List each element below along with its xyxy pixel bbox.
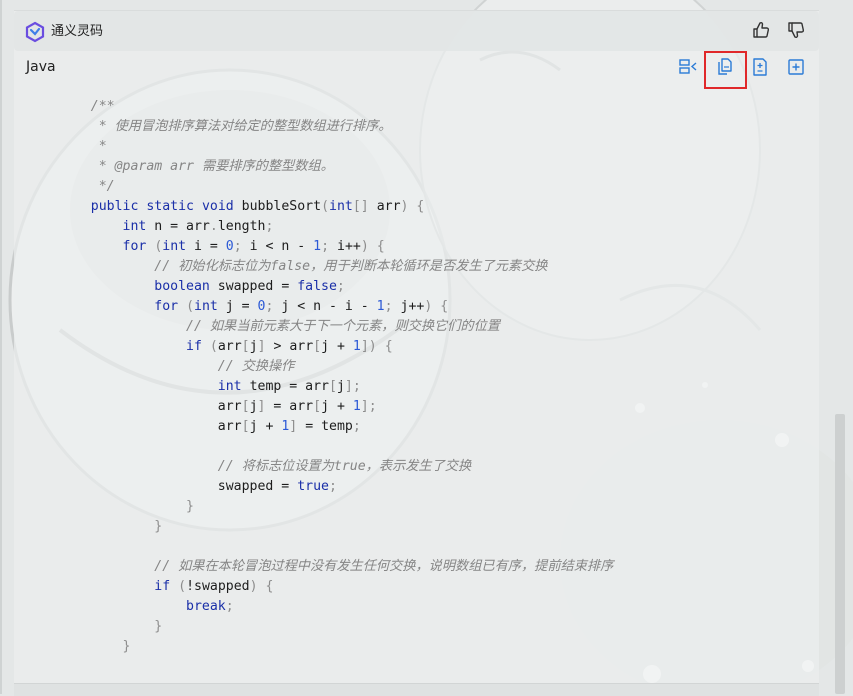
code-line: } <box>186 499 194 514</box>
code-line: // 如果当前元素大于下一个元素，则交换它们的位置 <box>186 319 500 334</box>
code-line: int n = arr.length; <box>122 219 274 234</box>
assistant-header: 通义灵码 <box>14 11 819 51</box>
code-line: // 初始化标志位为false，用于判断本轮循环是否发生了元素交换 <box>154 259 548 274</box>
thumbs-down-icon[interactable] <box>785 19 807 41</box>
code-line: ​ <box>59 437 613 457</box>
insert-diff-icon[interactable] <box>677 56 699 78</box>
code-line: * 使用冒泡排序算法对给定的整型数组进行排序。 <box>59 119 392 134</box>
code-line: } <box>154 519 163 534</box>
thumbs-up-icon[interactable] <box>750 19 772 41</box>
assistant-name: 通义灵码 <box>51 24 104 39</box>
code-line: * <box>59 139 107 154</box>
code-content: /** * 使用冒泡排序算法对给定的整型数组进行排序。 * * @param a… <box>59 97 614 657</box>
code-line: /** <box>59 99 115 114</box>
code-line: for (int i = 0; i < n - 1; i++) { <box>122 239 385 254</box>
code-line: * @param arr 需要排序的整型数组。 <box>59 159 334 174</box>
diff-icon[interactable] <box>749 56 771 78</box>
tongyi-logo-icon <box>25 21 45 43</box>
code-line: int temp = arr[j]; <box>217 379 361 394</box>
code-line: ​ <box>59 537 613 557</box>
code-line: arr[j + 1] = temp; <box>59 419 361 434</box>
code-line: // 将标志位设置为true，表示发生了交换 <box>217 459 472 474</box>
window-left-edge <box>0 0 2 694</box>
code-line: // 交换操作 <box>217 359 295 374</box>
code-language-label: Java <box>26 59 56 75</box>
code-line: if (!swapped) { <box>154 579 274 594</box>
code-line: break; <box>186 599 234 614</box>
code-line: if (arr[j] > arr[j + 1]) { <box>186 339 393 354</box>
insert-file-icon[interactable] <box>785 56 807 78</box>
code-line: swapped = true; <box>59 479 337 494</box>
copy-icon[interactable] <box>714 56 736 78</box>
vertical-scrollbar[interactable] <box>835 414 845 694</box>
code-line: boolean swapped = false; <box>154 279 345 294</box>
code-line: } <box>154 619 163 634</box>
code-line: } <box>122 639 131 654</box>
code-line: */ <box>59 179 115 194</box>
code-line: for (int j = 0; j < n - i - 1; j++) { <box>154 299 449 314</box>
panel-bottom-bar <box>14 683 819 696</box>
code-line: arr[j] = arr[j + 1]; <box>59 399 377 414</box>
code-line: // 如果在本轮冒泡过程中没有发生任何交换，说明数组已有序，提前结束排序 <box>154 559 614 574</box>
code-line: public static void bubbleSort(int[] arr)… <box>90 199 425 214</box>
assistant-response-panel: 通义灵码 Java /** * 使用冒泡排序算法对给定的整型数组进行排序。 * … <box>14 10 819 696</box>
